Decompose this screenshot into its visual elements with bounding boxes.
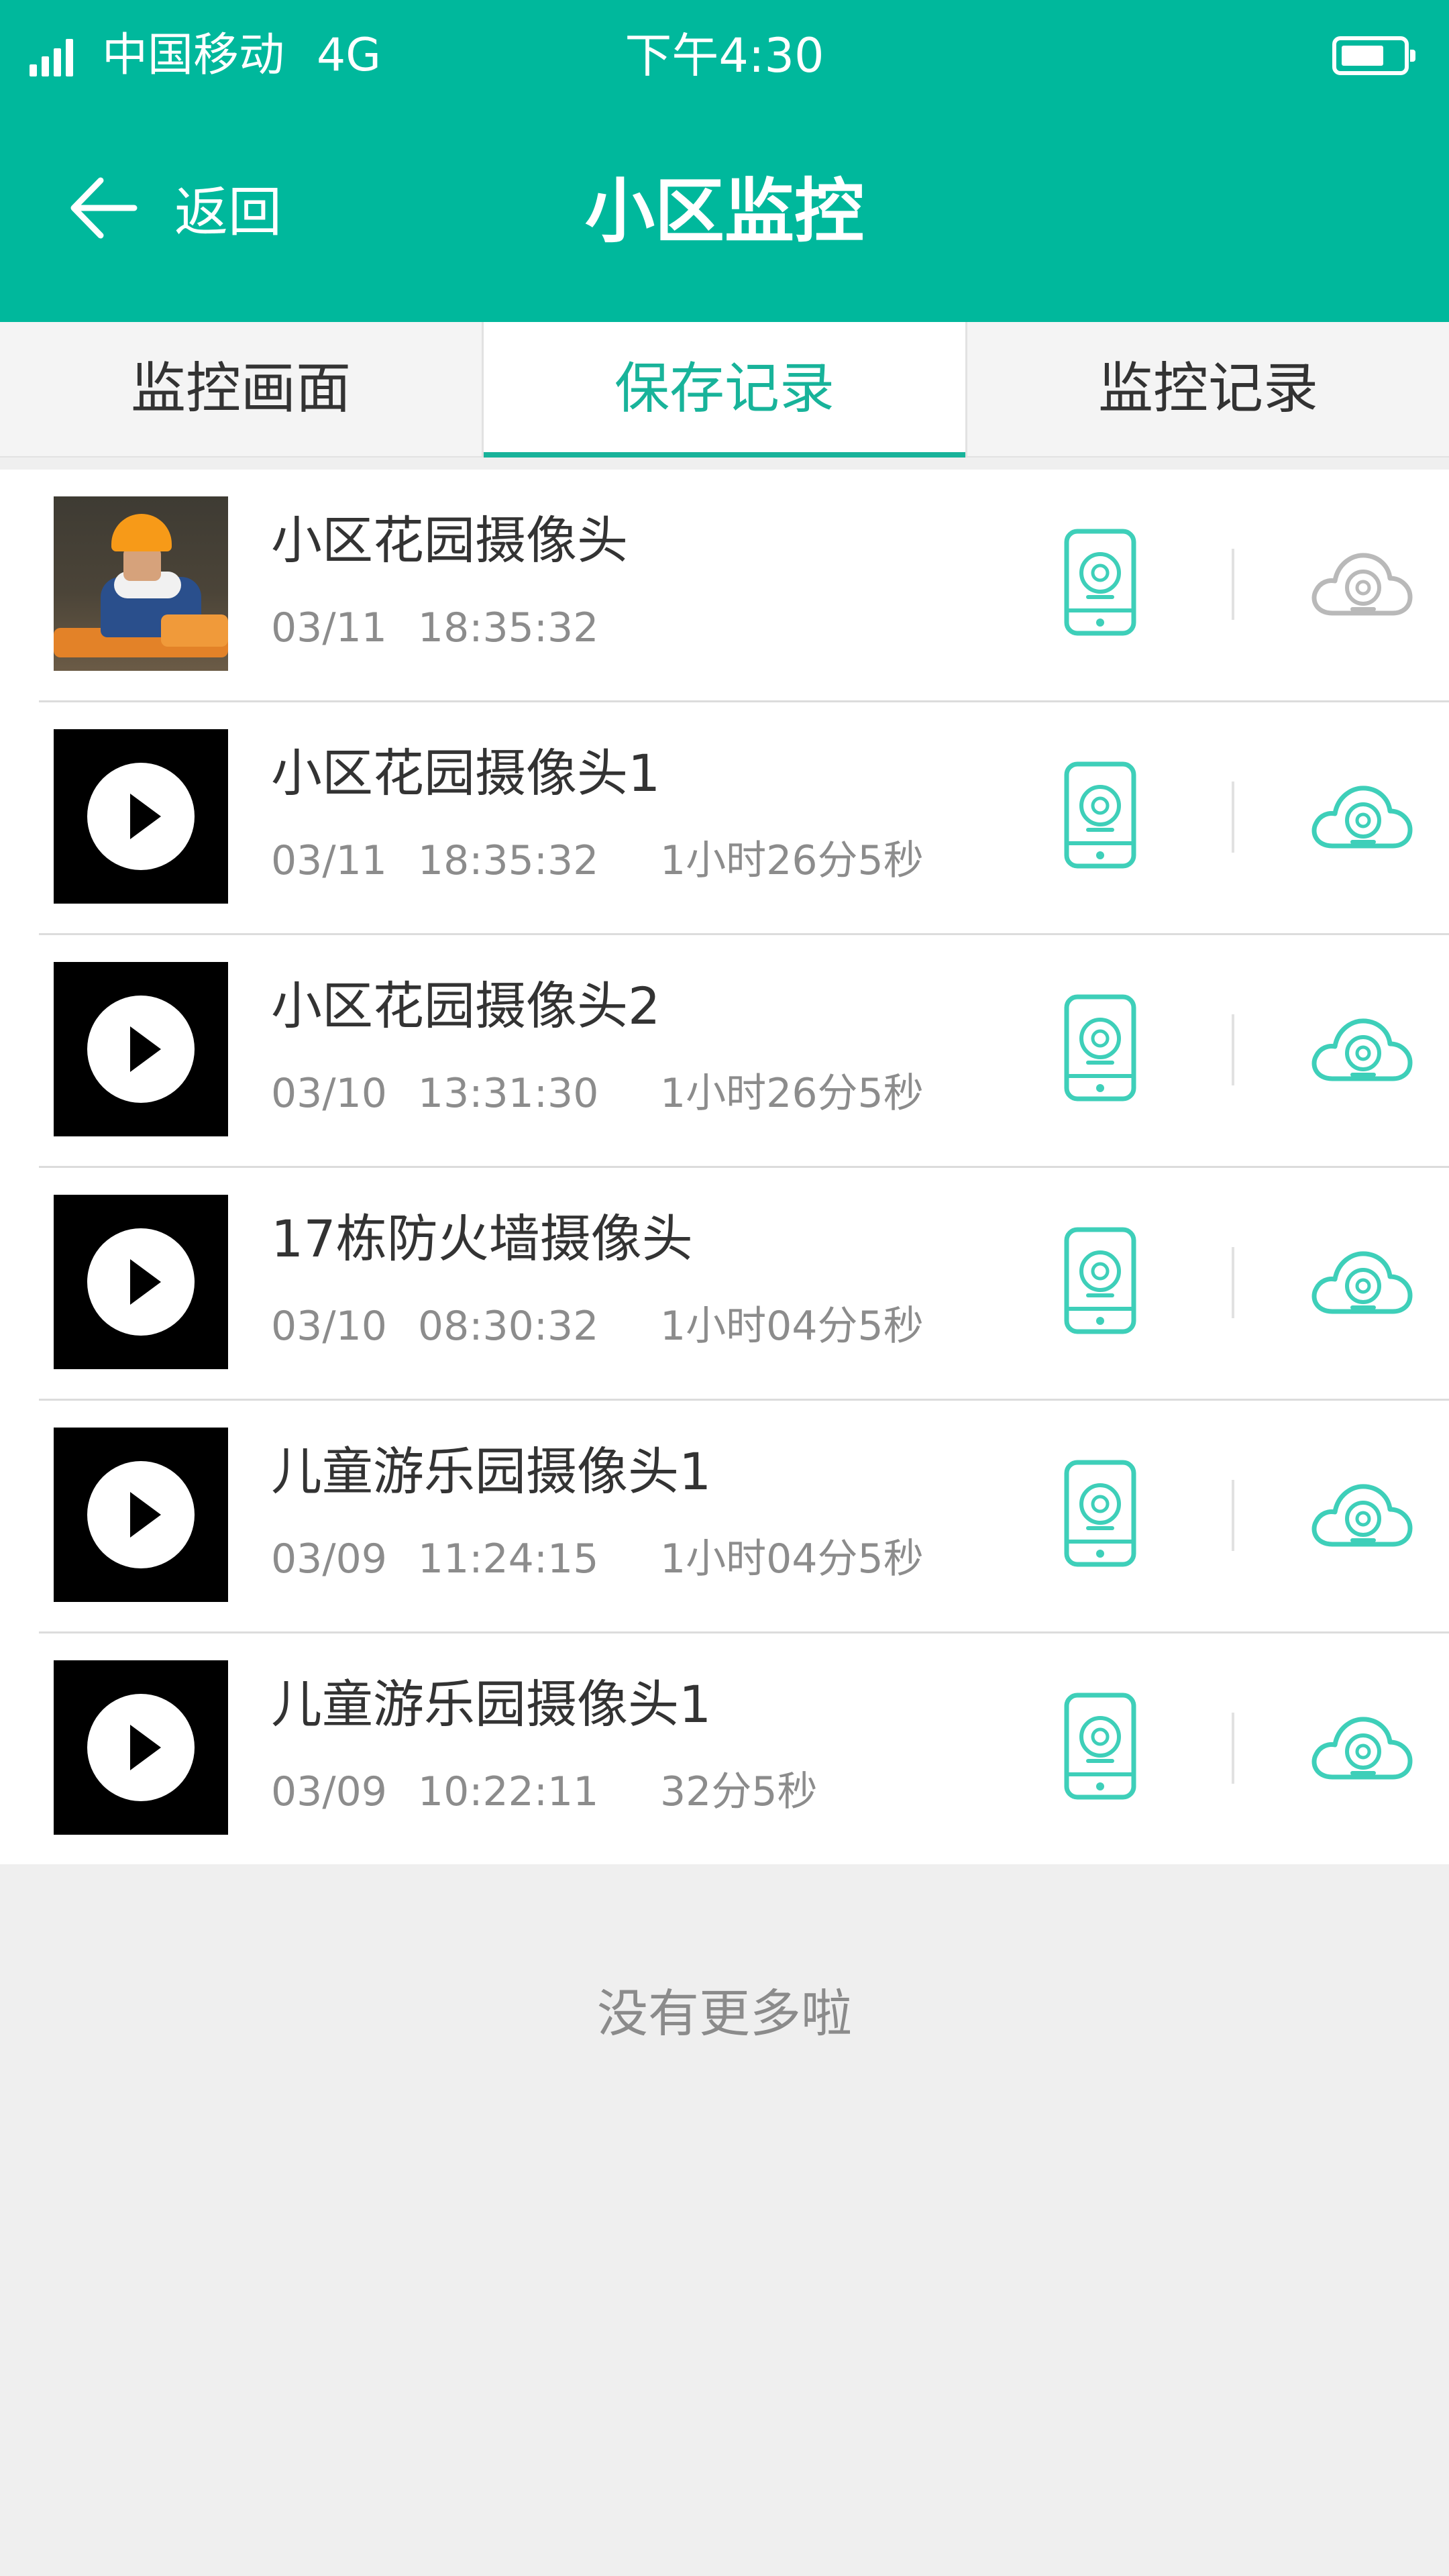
save-to-phone-icon[interactable]	[1064, 994, 1136, 1102]
tab-monitor-records[interactable]: 监控记录	[967, 322, 1449, 456]
no-more-message: 没有更多啦	[597, 1984, 852, 2043]
record-row[interactable]: 小区花园摄像头2 03/10 13:31:30 1小时26分5秒	[39, 935, 1449, 1168]
tab-live-view[interactable]: 监控画面	[0, 322, 482, 456]
record-meta: 03/11 18:35:32	[271, 601, 598, 655]
video-thumbnail[interactable]	[54, 962, 228, 1136]
tab-saved-records[interactable]: 保存记录	[482, 322, 967, 458]
video-thumbnail[interactable]	[54, 1660, 228, 1835]
record-meta: 03/10 08:30:32 1小时04分5秒	[271, 1299, 924, 1353]
record-name: 小区花园摄像头2	[271, 976, 661, 1036]
play-icon[interactable]	[87, 996, 195, 1103]
record-name: 小区花园摄像头1	[271, 743, 661, 803]
divider	[1232, 1247, 1234, 1318]
record-date: 03/10	[271, 1070, 387, 1117]
play-icon[interactable]	[87, 1694, 195, 1801]
record-duration: 1小时04分5秒	[660, 1536, 924, 1582]
record-duration: 1小时26分5秒	[660, 1070, 924, 1117]
record-name: 17栋防火墙摄像头	[271, 1209, 693, 1269]
record-date: 03/10	[271, 1303, 387, 1350]
record-time: 18:35:32	[417, 604, 599, 651]
record-meta: 03/09 11:24:15 1小时04分5秒	[271, 1532, 924, 1586]
cloud-save-icon[interactable]	[1307, 543, 1414, 624]
record-duration: 32分5秒	[660, 1768, 818, 1815]
record-row[interactable]: 儿童游乐园摄像头1 03/09 11:24:15 1小时04分5秒	[39, 1401, 1449, 1633]
status-bar: 中国移动 4G 下午4:30	[0, 0, 1449, 114]
cloud-save-icon[interactable]	[1307, 1009, 1414, 1089]
cloud-save-icon[interactable]	[1307, 1242, 1414, 1322]
record-list: 小区花园摄像头 03/11 18:35:32 小区花园摄像头1 03/11 18:35:…	[0, 470, 1449, 1864]
save-to-phone-icon[interactable]	[1064, 1460, 1136, 1567]
divider	[1232, 1713, 1234, 1784]
cloud-save-icon[interactable]	[1307, 1474, 1414, 1555]
video-thumbnail[interactable]	[54, 1195, 228, 1369]
status-time: 下午4:30	[625, 28, 824, 83]
record-meta: 03/11 18:35:32 1小时26分5秒	[271, 834, 924, 888]
record-meta: 03/10 13:31:30 1小时26分5秒	[271, 1067, 924, 1120]
divider	[1232, 1480, 1234, 1551]
divider	[1232, 782, 1234, 853]
save-to-phone-icon[interactable]	[1064, 1693, 1136, 1800]
play-icon[interactable]	[87, 1228, 195, 1336]
record-row[interactable]: 17栋防火墙摄像头 03/10 08:30:32 1小时04分5秒	[39, 1168, 1449, 1401]
save-to-phone-icon[interactable]	[1064, 529, 1136, 636]
app-header: 中国移动 4G 下午4:30 返回 小区监控	[0, 0, 1449, 322]
cloud-save-icon[interactable]	[1307, 1707, 1414, 1788]
record-name: 儿童游乐园摄像头1	[271, 1674, 712, 1734]
record-duration: 1小时04分5秒	[660, 1303, 924, 1350]
record-row[interactable]: 小区花园摄像头1 03/11 18:35:32 1小时26分5秒	[39, 702, 1449, 935]
record-time: 10:22:11	[417, 1768, 599, 1815]
record-meta: 03/09 10:22:11 32分5秒	[271, 1765, 818, 1819]
record-date: 03/11	[271, 837, 387, 884]
page-title: 小区监控	[584, 170, 864, 252]
play-icon[interactable]	[87, 763, 195, 870]
record-thumbnail[interactable]	[54, 496, 228, 671]
record-time: 08:30:32	[417, 1303, 599, 1350]
record-time: 18:35:32	[417, 837, 599, 884]
tab-bar: 监控画面 保存记录 监控记录	[0, 322, 1449, 458]
record-time: 13:31:30	[417, 1070, 599, 1117]
cloud-save-icon[interactable]	[1307, 776, 1414, 857]
save-to-phone-icon[interactable]	[1064, 1227, 1136, 1334]
save-to-phone-icon[interactable]	[1064, 761, 1136, 869]
record-row[interactable]: 小区花园摄像头 03/11 18:35:32	[39, 470, 1449, 702]
play-icon[interactable]	[87, 1461, 195, 1568]
divider	[1232, 549, 1234, 620]
record-time: 11:24:15	[417, 1536, 599, 1582]
record-date: 03/09	[271, 1536, 387, 1582]
record-name: 儿童游乐园摄像头1	[271, 1442, 712, 1501]
record-duration: 1小时26分5秒	[660, 837, 924, 884]
video-thumbnail[interactable]	[54, 1428, 228, 1602]
divider	[1232, 1014, 1234, 1085]
record-row[interactable]: 儿童游乐园摄像头1 03/09 10:22:11 32分5秒	[39, 1633, 1449, 1864]
record-date: 03/11	[271, 604, 387, 651]
record-date: 03/09	[271, 1768, 387, 1815]
battery-icon	[1332, 36, 1415, 75]
record-name: 小区花园摄像头	[271, 511, 628, 570]
video-thumbnail[interactable]	[54, 729, 228, 904]
